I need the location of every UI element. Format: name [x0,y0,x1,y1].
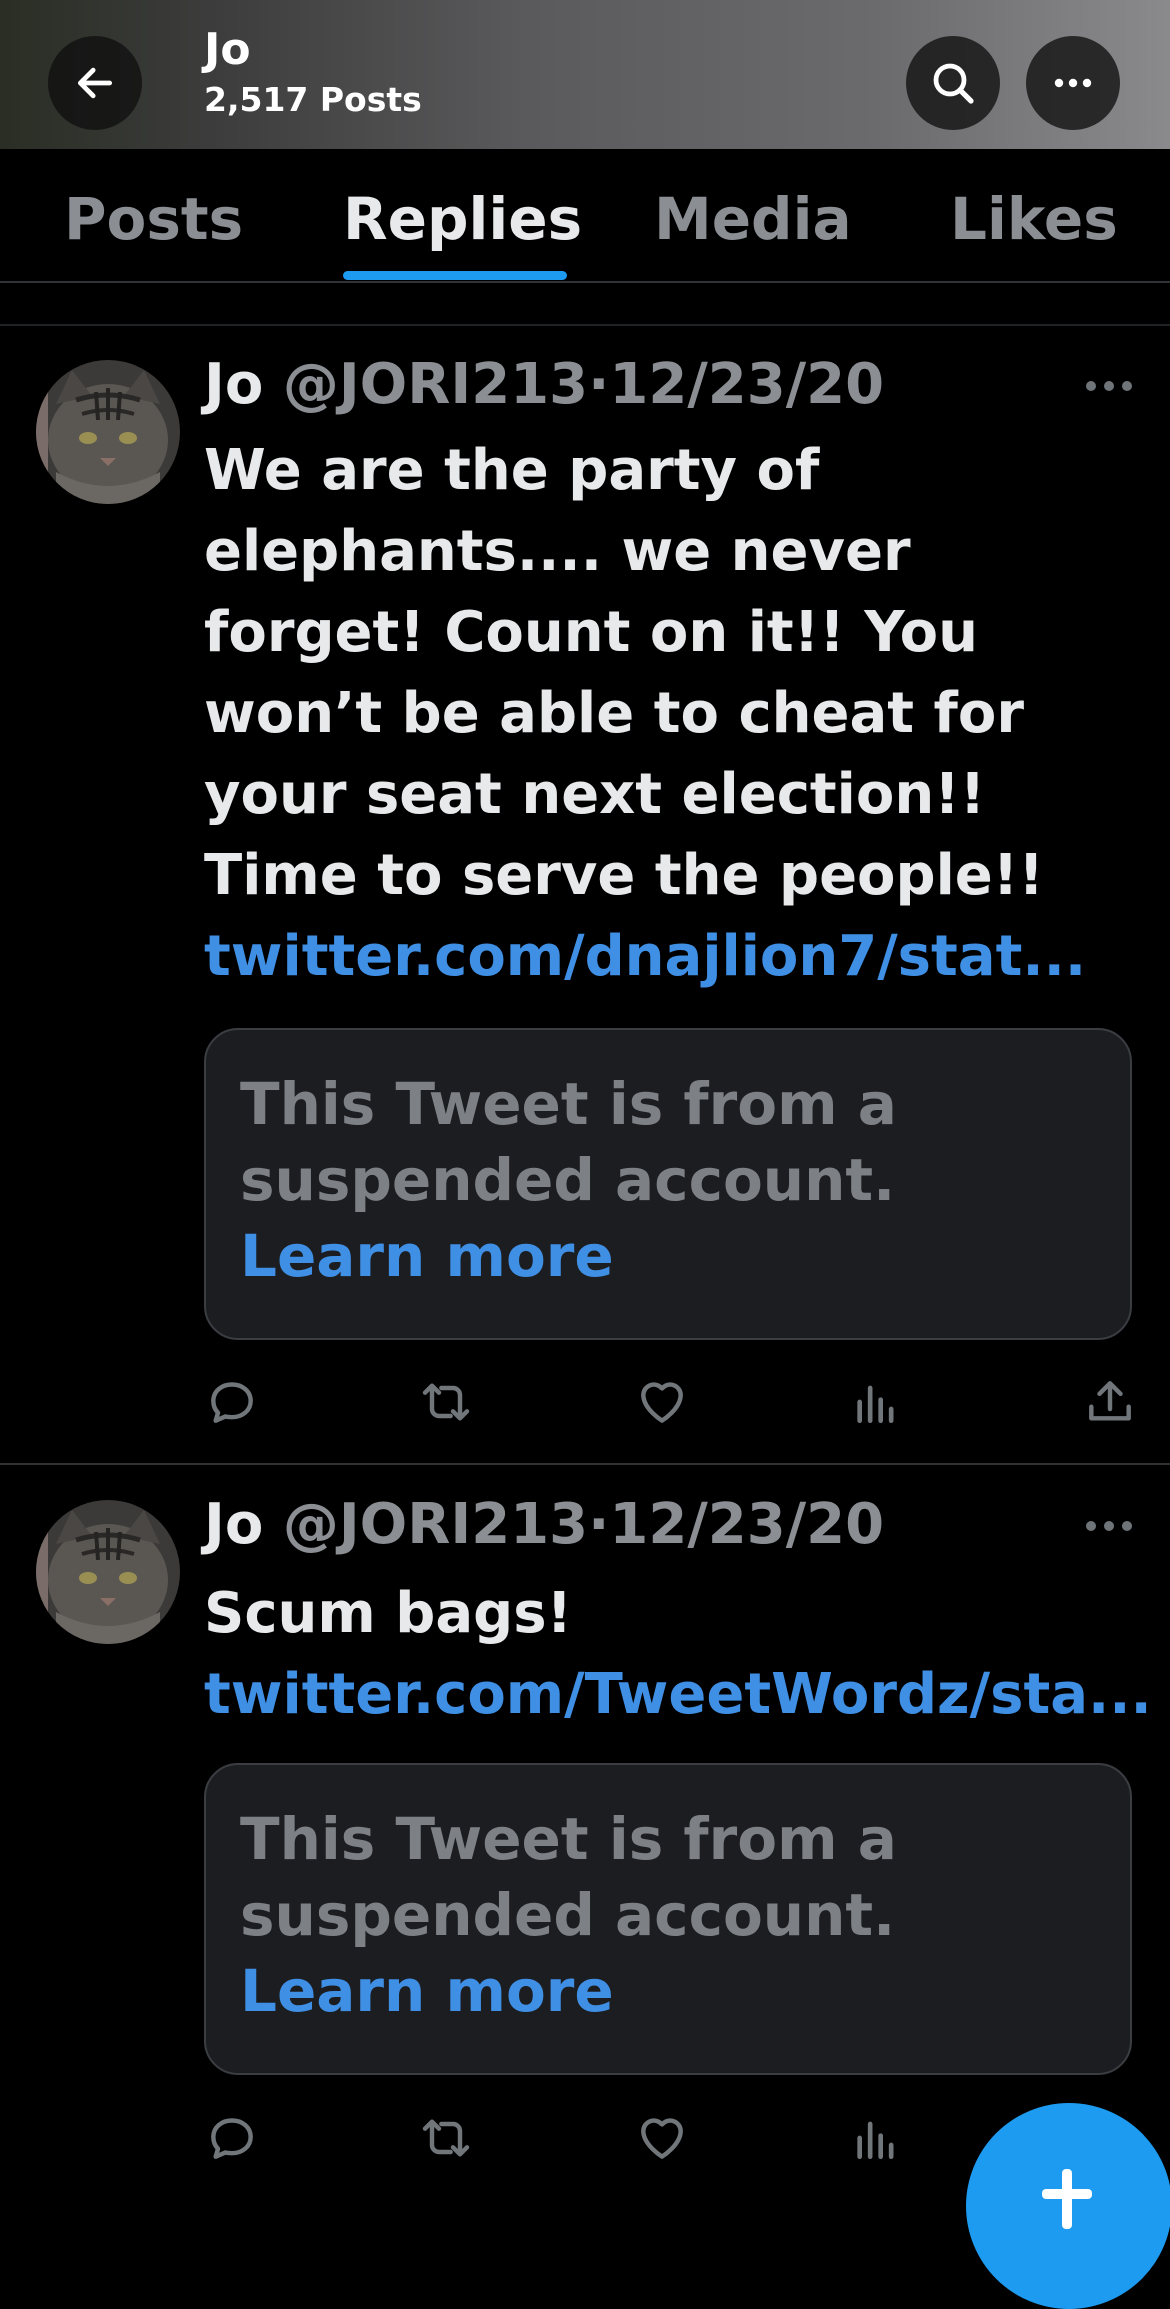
share-button[interactable] [1082,1374,1138,1430]
suspended-notice: This Tweet is from a suspended account. [240,1805,897,1949]
tweet-more-icon[interactable] [1086,378,1132,394]
suspended-tweet-card[interactable]: This Tweet is from a suspended account. … [204,1028,1132,1340]
post-count: 2,517 Posts [204,80,422,119]
tweet-link[interactable]: twitter.com/dnajlion7/stat... [204,924,1086,989]
profile-tabs: Posts Replies Media Likes [0,149,1170,283]
tab-likes[interactable]: Likes [950,185,1118,253]
views-button[interactable] [848,1374,904,1430]
avatar[interactable] [36,360,180,504]
heart-icon [641,2118,683,2159]
tab-media[interactable]: Media [654,185,852,253]
suspended-tweet-card[interactable]: This Tweet is from a suspended account. … [204,1763,1132,2075]
views-button[interactable] [848,2110,904,2166]
retweet-button[interactable] [418,1374,474,1430]
tweet-text: We are the party of elephants.... we nev… [204,430,1144,997]
tweet-body: We are the party of elephants.... we nev… [204,438,1044,908]
avatar[interactable] [36,1500,180,1644]
meta-separator: · [588,352,610,417]
suspended-text: This Tweet is from a suspended account. … [240,1066,1096,1294]
like-button[interactable] [634,2110,690,2166]
tab-posts[interactable]: Posts [64,185,243,253]
suspended-text: This Tweet is from a suspended account. … [240,1801,1096,2029]
tweet-date[interactable]: 12/23/20 [609,352,884,417]
divider [0,324,1170,326]
author-handle[interactable]: @JORI213 [283,1492,588,1557]
suspended-notice: This Tweet is from a suspended account. [240,1070,897,1214]
tweet-actions [204,1374,1144,1434]
tweet-divider [0,1463,1170,1465]
views-icon [857,2121,894,2159]
retweet-icon [422,1383,470,1421]
meta-separator: · [588,1492,610,1557]
retweet-icon [422,2119,470,2157]
active-tab-indicator [343,271,567,280]
search-icon [933,63,974,104]
search-button[interactable] [906,36,1000,130]
tweet-body: Scum bags! [204,1581,573,1646]
more-button[interactable] [1026,36,1120,130]
reply-icon [211,2118,253,2159]
share-icon [1089,1381,1131,1421]
tweet-link[interactable]: twitter.com/TweetWordz/sta... [204,1662,1152,1727]
author-name[interactable]: Jo [204,1492,263,1557]
tweet-text: Scum bags! twitter.com/TweetWordz/sta... [204,1573,1152,1735]
reply-button[interactable] [204,1374,260,1430]
tweet-meta: Jo @JORI213·12/23/20 [204,1492,884,1557]
profile-name: Jo [204,24,251,75]
author-handle[interactable]: @JORI213 [283,352,588,417]
tweet-date[interactable]: 12/23/20 [609,1492,884,1557]
retweet-button[interactable] [418,2110,474,2166]
reply-button[interactable] [204,2110,260,2166]
back-button[interactable] [48,36,142,130]
author-name[interactable]: Jo [204,352,263,417]
reply-icon [211,1382,253,1423]
arrow-left-icon [77,67,113,99]
tweet-meta: Jo @JORI213·12/23/20 [204,352,884,417]
learn-more-link[interactable]: Learn more [240,1957,614,2025]
tweet-more-icon[interactable] [1086,1518,1132,1534]
views-icon [857,1385,894,1423]
compose-button[interactable] [966,2103,1170,2309]
profile-header: Jo 2,517 Posts [0,0,1170,149]
heart-icon [641,1382,683,1423]
like-button[interactable] [634,1374,690,1430]
more-horizontal-icon [1054,78,1092,88]
tab-replies[interactable]: Replies [343,185,582,253]
learn-more-link[interactable]: Learn more [240,1222,614,1290]
